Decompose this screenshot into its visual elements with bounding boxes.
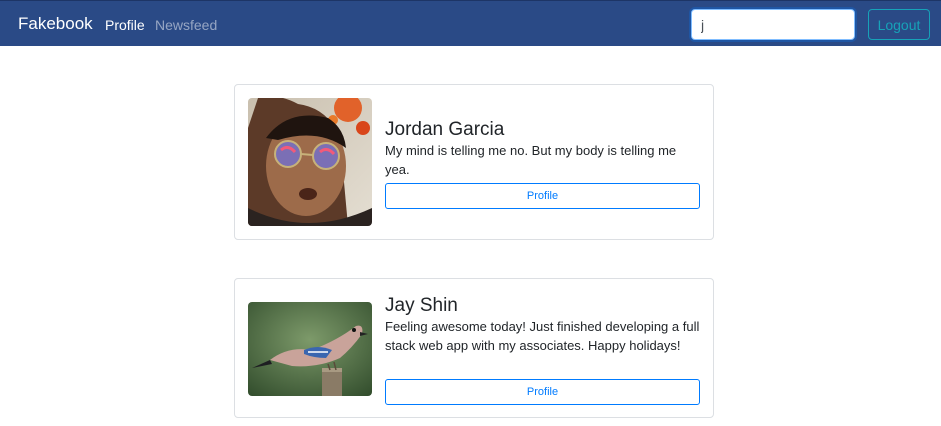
brand-logo[interactable]: Fakebook — [18, 14, 93, 34]
avatar — [248, 302, 372, 396]
user-name: Jay Shin — [385, 295, 458, 316]
user-card: Jordan Garcia My mind is telling me no. … — [234, 84, 714, 240]
navbar: Fakebook Profile Newsfeed Logout — [0, 0, 941, 46]
person-selfie-photo — [248, 98, 372, 226]
user-name: Jordan Garcia — [385, 119, 505, 140]
avatar — [248, 98, 372, 226]
nav-link-newsfeed[interactable]: Newsfeed — [155, 17, 217, 33]
bird-photo — [248, 302, 372, 396]
logout-button[interactable]: Logout — [868, 9, 930, 40]
user-status: Feeling awesome today! Just finished dev… — [385, 319, 700, 353]
nav-link-profile[interactable]: Profile — [105, 17, 145, 33]
user-card: Jay Shin Feeling awesome today! Just fin… — [234, 278, 714, 418]
profile-button[interactable]: Profile — [385, 183, 700, 209]
profile-button[interactable]: Profile — [385, 379, 700, 405]
search-input[interactable] — [691, 9, 855, 40]
user-status: My mind is telling me no. But my body is… — [385, 143, 677, 177]
